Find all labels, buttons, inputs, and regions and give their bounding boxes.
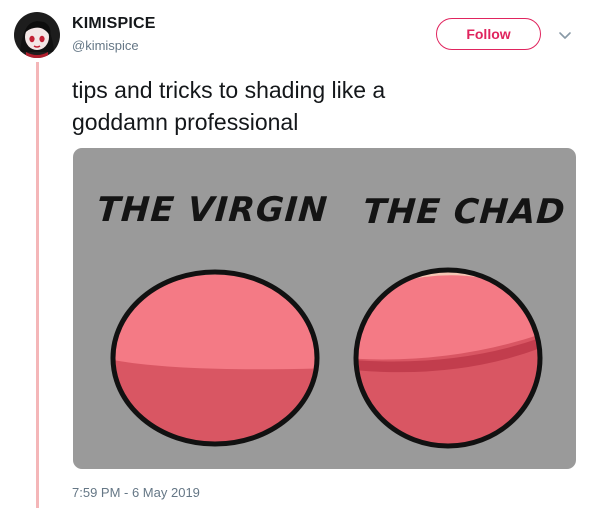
virgin-label: THE VIRGIN <box>95 190 330 230</box>
chevron-down-icon[interactable] <box>557 27 573 43</box>
avatar[interactable] <box>14 12 60 58</box>
right-ball-icon <box>353 267 543 449</box>
author-name[interactable]: KIMISPICE <box>72 15 156 33</box>
chad-label: THE CHAD <box>361 192 568 232</box>
tweet-media-image[interactable]: THE VIRGIN THE CHAD <box>73 148 576 469</box>
tweet-text: tips and tricks to shading like a goddam… <box>72 74 572 138</box>
thread-line <box>36 62 39 508</box>
follow-button[interactable]: Follow <box>436 18 541 50</box>
tweet-timestamp[interactable]: 7:59 PM - 6 May 2019 <box>72 485 200 500</box>
avatar-illustration <box>14 12 60 58</box>
tweet-text-line: tips and tricks to shading like a <box>72 77 386 103</box>
left-ball-icon <box>110 269 320 447</box>
tweet-text-line: goddamn professional <box>72 109 299 135</box>
author-handle[interactable]: @kimispice <box>72 38 139 53</box>
